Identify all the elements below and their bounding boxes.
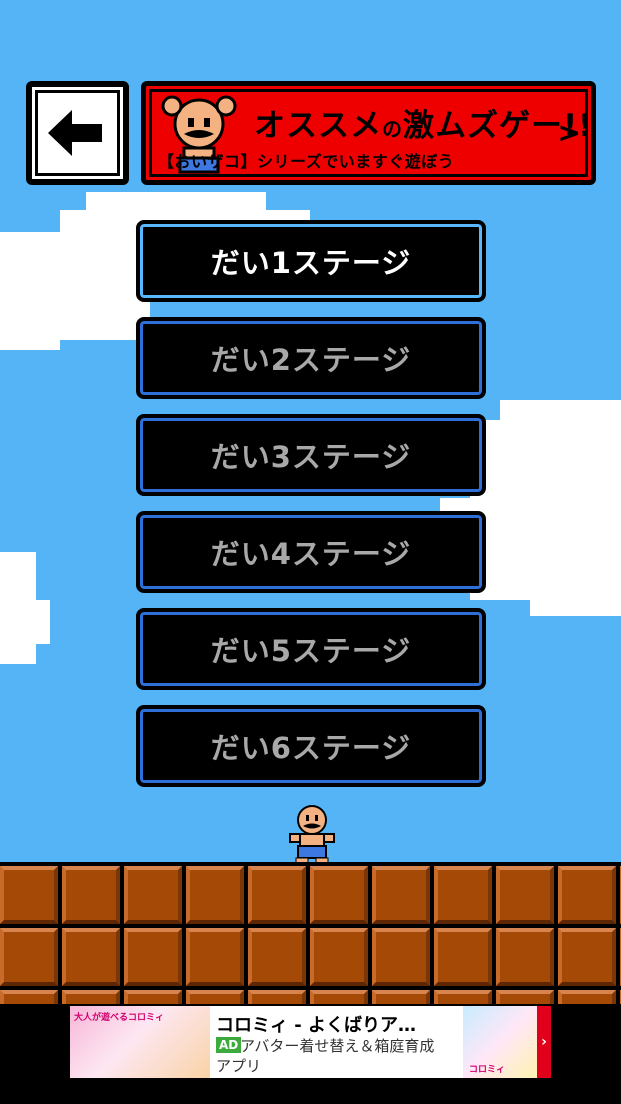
ad-banner[interactable]: 大人が遊べるコロミィ コロミィ - よくばりア… AD アバター着せ替え＆箱庭育… xyxy=(70,1006,551,1078)
player-character xyxy=(289,805,335,864)
ad-description: アバター着せ替え＆箱庭育成 xyxy=(240,1037,435,1055)
ad-badge: AD xyxy=(216,1037,242,1053)
ad-image-text: コロミィ xyxy=(469,1065,506,1075)
ad-title[interactable]: コロミィ - よくばりア… xyxy=(216,1011,416,1037)
stage-label: だい5ステージ xyxy=(210,634,412,668)
banner-title: オススメの激ムズゲー!! xyxy=(254,108,594,144)
stage-label: だい6ステージ xyxy=(210,731,412,765)
left-arrow-icon xyxy=(47,110,102,156)
recommend-banner[interactable]: オススメの激ムズゲー!! 【おいザコ】シリーズでいますぐ遊ぼう > xyxy=(141,81,596,185)
ground xyxy=(0,862,621,1048)
stage-4-button[interactable]: だい4ステージ xyxy=(136,511,486,593)
back-button[interactable] xyxy=(26,81,129,185)
chevron-right-icon: > xyxy=(557,116,581,149)
stage-3-button[interactable]: だい3ステージ xyxy=(136,414,486,496)
ad-image[interactable]: 大人が遊べるコロミィ xyxy=(70,1006,210,1078)
stage-label: だい4ステージ xyxy=(210,537,412,571)
ad-description: アプリ xyxy=(216,1057,262,1075)
stage-label: だい3ステージ xyxy=(210,440,412,474)
stage-label: だい2ステージ xyxy=(210,343,412,377)
stage-6-button[interactable]: だい6ステージ xyxy=(136,705,486,787)
ad-image-text: 大人が遊べるコロミィ xyxy=(74,1013,165,1023)
stage-5-button[interactable]: だい5ステージ xyxy=(136,608,486,690)
stage-2-button[interactable]: だい2ステージ xyxy=(136,317,486,399)
ad-image[interactable]: コロミィ xyxy=(463,1006,537,1078)
stage-1-button[interactable]: だい1ステージ xyxy=(136,220,486,302)
stage-label: だい1ステージ xyxy=(210,246,412,280)
chevron-right-icon[interactable]: › xyxy=(537,1006,551,1078)
banner-subtitle: 【おいザコ】シリーズでいますぐ遊ぼう xyxy=(158,152,455,171)
